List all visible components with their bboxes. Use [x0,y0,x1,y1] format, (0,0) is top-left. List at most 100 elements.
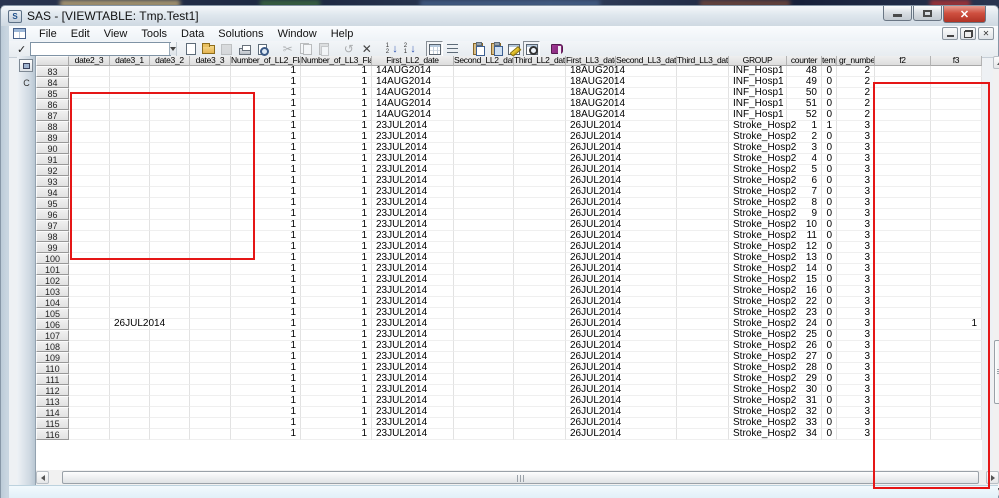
cell-date3_2[interactable] [150,132,190,143]
cell-date3_2[interactable] [150,385,190,396]
cell-date3_2[interactable] [150,429,190,440]
cell-Third_LL3_date[interactable] [677,407,729,418]
cell-date3_1[interactable] [110,418,150,429]
cell-Second_LL3_date[interactable] [616,319,677,330]
cell-Third_LL2_date[interactable] [514,396,566,407]
row-number[interactable]: 111 [36,374,69,385]
cell-f3[interactable] [931,88,982,99]
row-number[interactable]: 103 [36,286,69,297]
cell-date3_1[interactable]: 26JUL2014 [110,319,165,330]
cell-f3[interactable] [931,198,982,209]
cell-date3_1[interactable] [110,176,150,187]
cell-date3_2[interactable] [150,143,190,154]
row-number[interactable]: 98 [36,231,69,242]
cell-Third_LL3_date[interactable] [677,330,729,341]
row-number[interactable]: 84 [36,77,69,88]
cell-f3[interactable] [931,187,982,198]
cell-f3[interactable] [931,220,982,231]
cell-f2[interactable] [875,264,931,275]
row-number[interactable]: 92 [36,165,69,176]
column-header-f3[interactable]: f3 [931,56,982,66]
cell-f3[interactable] [931,352,982,363]
cell-date3_1[interactable] [110,374,150,385]
column-header-Second_LL3_date[interactable]: Second_LL3_date [616,56,677,66]
cell-Second_LL2_date[interactable] [454,99,514,110]
close-button[interactable]: ✕ [943,6,986,23]
row-number[interactable]: 102 [36,275,69,286]
column-header-Second_LL2_date[interactable]: Second_LL2_date [454,56,514,66]
cell-f2[interactable] [875,396,931,407]
cell-date3_2[interactable] [150,253,190,264]
cell-f3[interactable] [931,66,982,77]
cell-Second_LL3_date[interactable] [616,154,677,165]
cell-date3_1[interactable] [110,286,150,297]
cell-date3_2[interactable] [150,110,190,121]
cell-date3_1[interactable] [110,242,150,253]
cut-button[interactable]: ✂ [279,41,296,57]
scroll-left-button[interactable] [36,471,49,484]
cell-Third_LL3_date[interactable] [677,165,729,176]
cell-Third_LL2_date[interactable] [514,385,566,396]
cell-date3_2[interactable] [150,121,190,132]
cell-date3_3[interactable] [190,275,231,286]
cell-Second_LL2_date[interactable] [454,275,514,286]
cell-date3_2[interactable] [150,209,190,220]
cell-Third_LL3_date[interactable] [677,253,729,264]
cell-f3[interactable] [931,209,982,220]
table-corner-cell[interactable] [36,56,69,66]
cell-date2_3[interactable] [69,176,110,187]
cell-date3_3[interactable] [190,154,231,165]
cell-Third_LL2_date[interactable] [514,253,566,264]
cell-f2[interactable] [875,308,931,319]
row-number[interactable]: 101 [36,264,69,275]
cell-Second_LL3_date[interactable] [616,66,677,77]
column-header-date3_1[interactable]: date3_1 [110,56,150,66]
cell-f2[interactable] [875,187,931,198]
cell-date2_3[interactable] [69,209,110,220]
cell-f3[interactable] [931,264,982,275]
cell-Third_LL3_date[interactable] [677,154,729,165]
cell-date3_1[interactable] [110,231,150,242]
cell-Third_LL2_date[interactable] [514,242,566,253]
cell-Second_LL2_date[interactable] [454,330,514,341]
cell-date2_3[interactable] [69,165,110,176]
cell-date3_1[interactable] [110,99,150,110]
cell-Third_LL3_date[interactable] [677,275,729,286]
cell-date3_2[interactable] [150,341,190,352]
cell-Second_LL2_date[interactable] [454,198,514,209]
cell-date2_3[interactable] [69,297,110,308]
menu-item-data[interactable]: Data [174,27,211,41]
row-number[interactable]: 94 [36,187,69,198]
cell-Second_LL2_date[interactable] [454,154,514,165]
cell-date3_1[interactable] [110,385,150,396]
cell-date2_3[interactable] [69,264,110,275]
cell-Third_LL3_date[interactable] [677,176,729,187]
new-document-button[interactable] [182,41,199,57]
cell-date3_1[interactable] [110,352,150,363]
scroll-right-button[interactable] [986,471,999,484]
cell-date3_2[interactable] [150,374,190,385]
cell-date3_2[interactable] [150,99,190,110]
cell-Third_LL2_date[interactable] [514,330,566,341]
copy-button[interactable] [297,41,314,57]
cell-f3[interactable] [931,231,982,242]
cell-date2_3[interactable] [69,374,110,385]
row-number[interactable]: 113 [36,396,69,407]
cell-date3_3[interactable] [190,176,231,187]
sort-descending-button[interactable]: 2 1 ↓ [401,41,418,57]
cell-date3_3[interactable] [190,88,231,99]
cell-f3[interactable] [931,132,982,143]
delete-button[interactable]: ✕ [358,41,375,57]
cell-date3_3[interactable] [190,308,231,319]
cell-Second_LL3_date[interactable] [616,385,677,396]
cell-Second_LL3_date[interactable] [616,264,677,275]
cell-f3[interactable] [931,429,982,440]
cell-date3_1[interactable] [110,143,150,154]
cell-Third_LL3_date[interactable] [677,88,729,99]
cell-date3_2[interactable] [150,187,190,198]
column-header-Third_LL3_date[interactable]: Third_LL3_date [677,56,729,66]
cell-Third_LL3_date[interactable] [677,396,729,407]
row-number[interactable]: 114 [36,407,69,418]
cell-Second_LL2_date[interactable] [454,363,514,374]
cell-Second_LL3_date[interactable] [616,110,677,121]
